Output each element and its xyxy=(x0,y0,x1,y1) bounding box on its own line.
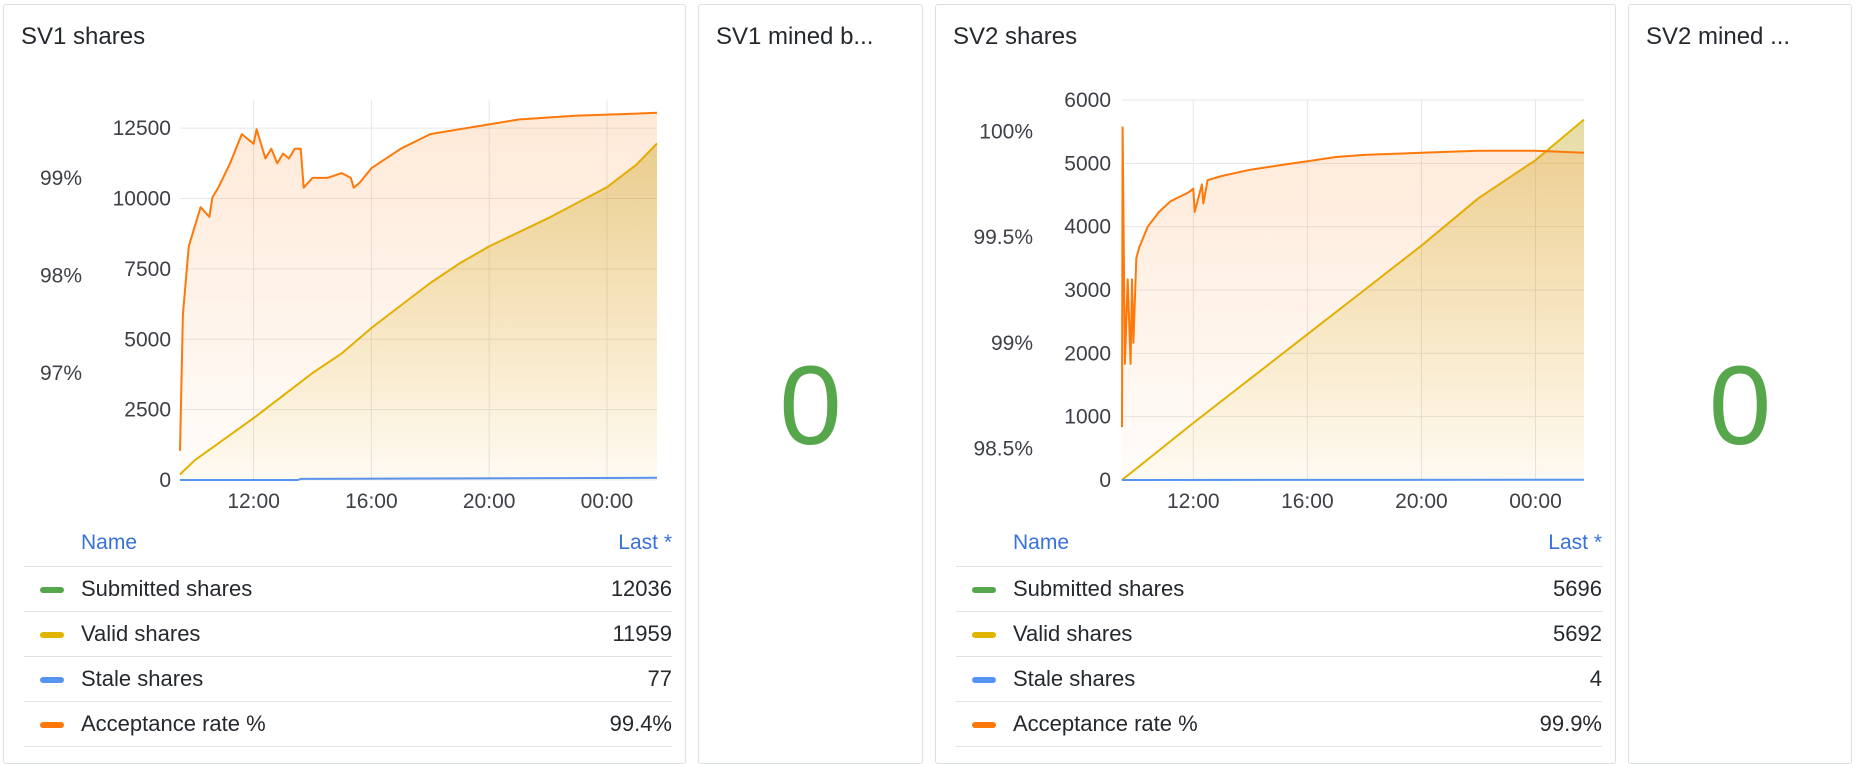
legend-row-submitted[interactable]: Submitted shares 5696 xyxy=(956,566,1602,612)
acceptance-swatch xyxy=(972,722,996,728)
legend-row-acceptance[interactable]: Acceptance rate % 99.9% xyxy=(956,701,1602,747)
legend-name-header[interactable]: Name xyxy=(81,531,137,555)
y-tick-right: 98.5% xyxy=(973,437,1033,460)
sv1-shares-chart[interactable]: 0 2500 5000 7500 10000 12500 12:00 16:00 20:00 00… xyxy=(4,5,686,525)
legend-name-header[interactable]: Name xyxy=(1013,531,1069,555)
acceptance-rate-area xyxy=(180,113,657,480)
y-tick-right: 99.5% xyxy=(973,226,1033,249)
legend-series-value: 11959 xyxy=(612,621,672,647)
y-tick-left: 0 xyxy=(1099,469,1111,492)
y-tick-left: 5000 xyxy=(124,328,171,351)
legend-header: Name Last * xyxy=(24,523,672,563)
stale-swatch xyxy=(40,677,64,683)
y-tick-left: 7500 xyxy=(124,258,171,281)
legend-series-name: Valid shares xyxy=(1013,621,1132,647)
stale-swatch xyxy=(972,677,996,683)
legend-header: Name Last * xyxy=(956,523,1602,563)
y-tick-left: 1000 xyxy=(1064,406,1111,429)
legend-row-stale[interactable]: Stale shares 4 xyxy=(956,656,1602,702)
legend-series-value: 12036 xyxy=(611,576,672,602)
x-tick: 12:00 xyxy=(227,490,280,513)
legend-series-name: Stale shares xyxy=(81,666,203,692)
sv2-mined-title[interactable]: SV2 mined ... xyxy=(1646,23,1790,51)
legend-series-value: 5692 xyxy=(1553,621,1602,647)
y-tick-left: 0 xyxy=(159,469,171,492)
y-tick-right: 100% xyxy=(979,121,1033,144)
submitted-swatch xyxy=(40,587,64,593)
submitted-swatch xyxy=(972,587,996,593)
legend-series-value: 5696 xyxy=(1553,576,1602,602)
sv2-mined-value: 0 xyxy=(1629,350,1851,462)
sv1-mined-value: 0 xyxy=(699,350,922,462)
y-tick-left: 2000 xyxy=(1064,342,1111,365)
x-tick: 20:00 xyxy=(1395,490,1448,513)
legend-series-name: Submitted shares xyxy=(1013,576,1184,602)
legend-series-name: Submitted shares xyxy=(81,576,252,602)
legend-series-name: Valid shares xyxy=(81,621,200,647)
valid-swatch xyxy=(40,632,64,638)
y-tick-right: 97% xyxy=(40,362,82,385)
x-tick: 16:00 xyxy=(345,490,398,513)
sv2-shares-chart[interactable]: 0 1000 2000 3000 4000 5000 6000 12:00 16:00 20:00… xyxy=(936,5,1616,525)
legend-divider xyxy=(24,746,672,747)
legend-series-name: Stale shares xyxy=(1013,666,1135,692)
sv2-mined-blocks-panel: SV2 mined ... 0 xyxy=(1628,4,1852,764)
legend-series-value: 77 xyxy=(648,666,672,692)
legend-series-value: 99.4% xyxy=(610,711,672,737)
y-tick-right: 99% xyxy=(991,332,1033,355)
y-tick-left: 5000 xyxy=(1064,152,1111,175)
x-tick: 16:00 xyxy=(1281,490,1334,513)
y-tick-left: 10000 xyxy=(113,188,171,211)
legend-series-value: 4 xyxy=(1590,666,1602,692)
sv1-mined-blocks-panel: SV1 mined b... 0 xyxy=(698,4,923,764)
sv1-mined-title[interactable]: SV1 mined b... xyxy=(716,23,873,51)
legend-series-name: Acceptance rate % xyxy=(81,711,266,737)
legend-row-valid[interactable]: Valid shares 11959 xyxy=(24,611,672,657)
x-tick: 00:00 xyxy=(1509,490,1562,513)
legend-row-submitted[interactable]: Submitted shares 12036 xyxy=(24,566,672,612)
sv2-shares-panel: SV2 shares 010002000300040005000600012:0… xyxy=(935,4,1616,764)
acceptance-rate-area xyxy=(1122,127,1584,480)
legend-row-acceptance[interactable]: Acceptance rate % 99.4% xyxy=(24,701,672,747)
y-tick-left: 12500 xyxy=(113,117,171,140)
y-tick-left: 4000 xyxy=(1064,216,1111,239)
valid-swatch xyxy=(972,632,996,638)
legend-row-stale[interactable]: Stale shares 77 xyxy=(24,656,672,702)
sv1-shares-panel: SV1 shares 0250050007500100001250012:001… xyxy=(3,4,686,764)
sv1-legend: Name Last * Submitted shares 12036 Valid… xyxy=(24,523,672,749)
sv2-legend: Name Last * Submitted shares 5696 Valid … xyxy=(956,523,1602,749)
x-tick: 12:00 xyxy=(1167,490,1220,513)
legend-last-header[interactable]: Last * xyxy=(618,531,672,555)
acceptance-swatch xyxy=(40,722,64,728)
legend-series-value: 99.9% xyxy=(1540,711,1602,737)
legend-row-valid[interactable]: Valid shares 5692 xyxy=(956,611,1602,657)
legend-divider xyxy=(956,746,1602,747)
y-tick-right: 99% xyxy=(40,167,82,190)
legend-last-header[interactable]: Last * xyxy=(1548,531,1602,555)
y-tick-left: 3000 xyxy=(1064,279,1111,302)
x-tick: 00:00 xyxy=(581,490,634,513)
y-tick-left: 2500 xyxy=(124,399,171,422)
y-tick-right: 98% xyxy=(40,264,82,287)
x-tick: 20:00 xyxy=(463,490,516,513)
legend-series-name: Acceptance rate % xyxy=(1013,711,1198,737)
y-tick-left: 6000 xyxy=(1064,89,1111,112)
